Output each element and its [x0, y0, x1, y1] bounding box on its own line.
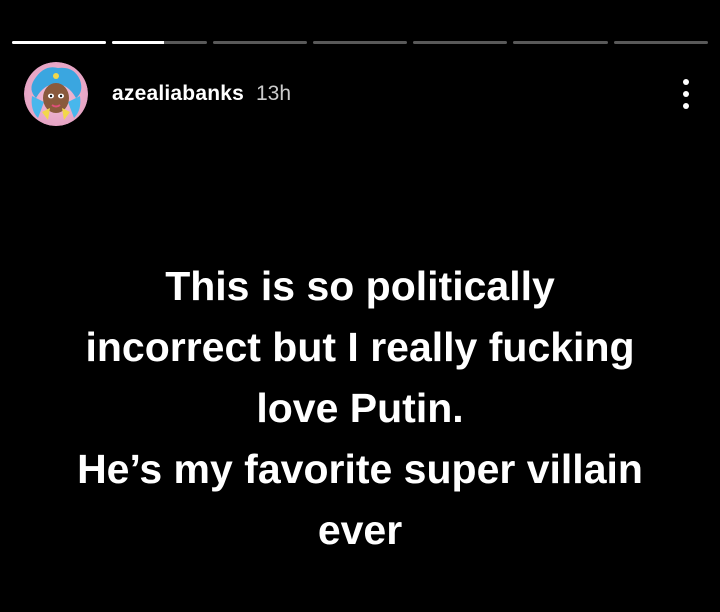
story-text-line: incorrect but I really fucking: [85, 324, 635, 370]
menu-dot: [683, 79, 689, 85]
story-progress-fill: [12, 41, 107, 44]
story-progress-segment: [112, 41, 207, 44]
story-progress-segment: [212, 41, 307, 44]
story-header: azealiabanks 13h: [24, 62, 696, 126]
story-text-line: love Putin.: [256, 385, 464, 431]
story-progress-segment: [513, 41, 608, 44]
post-time: 13h: [255, 82, 292, 105]
story-text-line: This is so politically: [165, 263, 555, 309]
story-progress-segment: [413, 41, 508, 44]
username[interactable]: azealiabanks: [112, 82, 244, 106]
story-text-line: He’s my favorite super villain: [77, 446, 643, 492]
more-options-vertical-icon[interactable]: [676, 76, 696, 112]
story-text: This is so politically incorrect but I r…: [20, 256, 700, 561]
story-text-line: ever: [317, 507, 403, 553]
profile-avatar[interactable]: [24, 62, 88, 126]
story-progress-segment: [12, 41, 107, 44]
story-progress-fill: [112, 41, 165, 44]
menu-dot: [683, 103, 689, 109]
story-progress-segment: [613, 41, 708, 44]
menu-dot: [683, 91, 689, 97]
story-progress-segment: [312, 41, 408, 44]
avatar-illustration-icon: [24, 62, 88, 126]
story-progress-bar: [12, 41, 708, 44]
